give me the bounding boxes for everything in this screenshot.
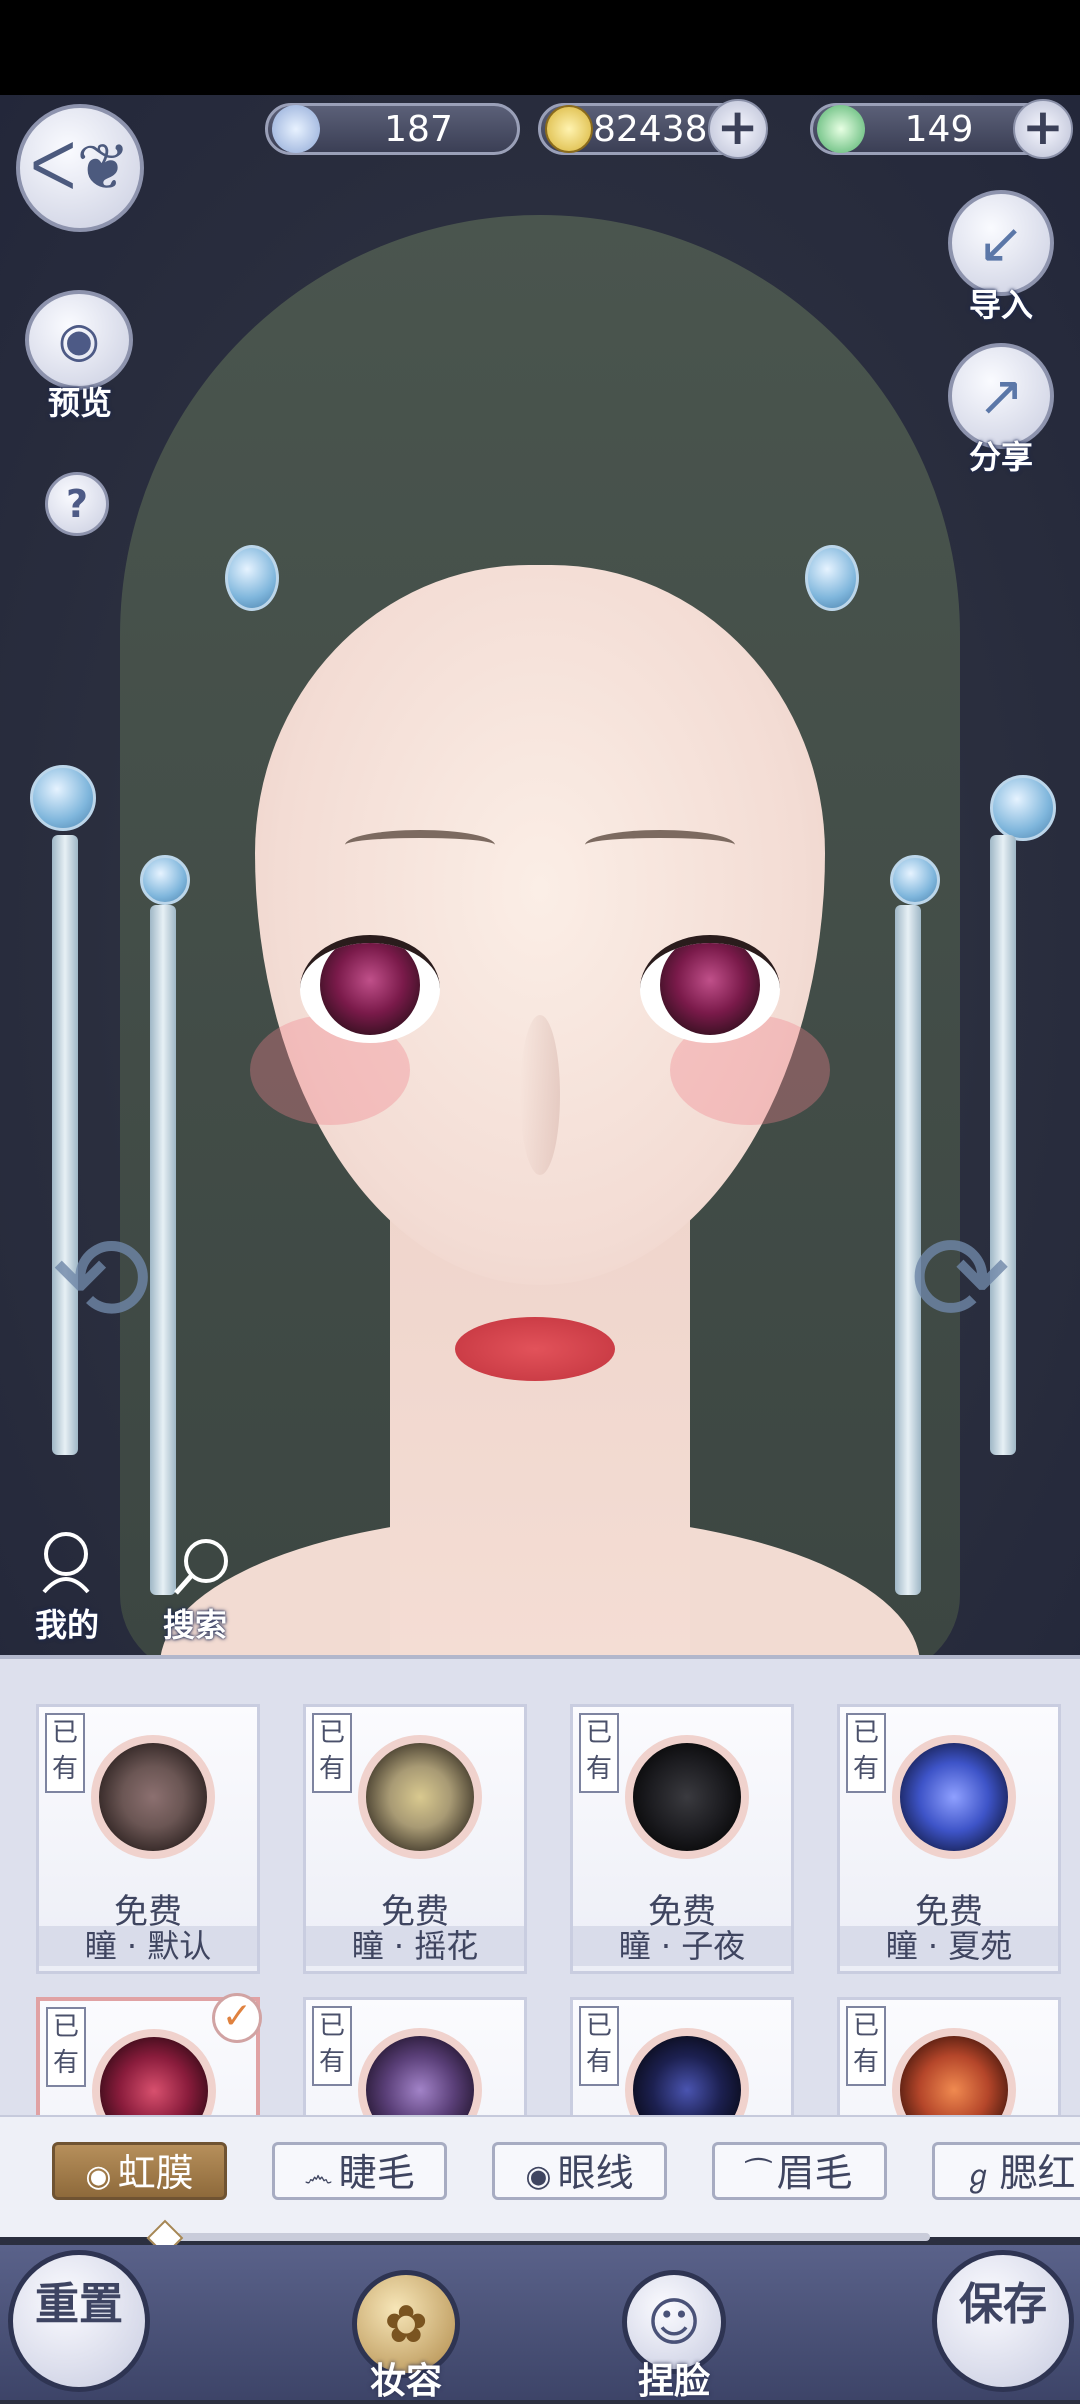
- currency-coin: 82438 +: [538, 99, 768, 159]
- iris-swatch: [91, 1735, 215, 1859]
- owned-tag: 已有: [45, 1713, 85, 1793]
- owned-tag: 已有: [579, 1713, 619, 1793]
- import-label: 导入: [968, 286, 1033, 324]
- makeup-flower-icon: ✿: [384, 2295, 428, 2355]
- tab-eyelash[interactable]: ෴ 睫毛: [272, 2142, 447, 2200]
- help-icon: ?: [65, 482, 89, 526]
- iris-item-card-selected[interactable]: 已有 ✓: [36, 1993, 262, 2119]
- eye-icon: ◉: [58, 312, 100, 368]
- tab-blush[interactable]: ℊ 腮红: [932, 2142, 1080, 2200]
- help-button[interactable]: ?: [45, 472, 109, 536]
- butterfly-back-icon: ᐸ❦: [29, 131, 131, 205]
- face-label: 捏脸: [637, 2361, 710, 2402]
- import-arrow-icon: ↙: [977, 210, 1025, 276]
- profile-icon[interactable]: [36, 1530, 96, 1594]
- iris-swatch: [92, 2029, 216, 2119]
- iris-swatch: [892, 2028, 1016, 2119]
- iris-icon: ◉: [85, 2159, 112, 2194]
- tab-iris[interactable]: ◉ 虹膜: [52, 2142, 227, 2200]
- right-eyebrow: [585, 830, 735, 860]
- eyebrow-icon: ⁀: [746, 2159, 771, 2194]
- currency-spiral: 149 +: [810, 99, 1073, 159]
- hair-tassel: [990, 835, 1016, 1455]
- preview-label: 预览: [47, 384, 112, 422]
- share-arrow-icon: ↗: [977, 363, 1025, 429]
- hair-ornament: [225, 545, 279, 611]
- currency-jade: 187: [265, 103, 520, 155]
- tab-scroll-track[interactable]: [146, 2219, 930, 2257]
- search-label[interactable]: 搜索: [150, 1600, 240, 1646]
- right-eye: [640, 935, 780, 1043]
- item-name: 瞳 · 默认: [39, 1926, 257, 1966]
- owned-tag: 已有: [846, 1713, 886, 1793]
- iris-swatch: [358, 1735, 482, 1859]
- owned-tag: 已有: [312, 1713, 352, 1793]
- owned-tag: 已有: [46, 2007, 86, 2087]
- mine-label[interactable]: 我的: [22, 1600, 112, 1646]
- hair-ornament: [990, 775, 1056, 841]
- selected-check-icon: ✓: [212, 1993, 262, 2043]
- hair-ornament: [890, 855, 940, 905]
- hair-ornament: [805, 545, 859, 611]
- reset-button[interactable]: 重置: [8, 2250, 150, 2392]
- bottom-nav: [0, 2245, 1080, 2400]
- iris-swatch: [625, 1735, 749, 1859]
- iris-item-card[interactable]: 已有 免费 瞳 · 夏苑: [837, 1704, 1061, 1974]
- iris-item-card[interactable]: 已有 免费 瞳 · 摇花: [303, 1704, 527, 1974]
- iris-item-card[interactable]: 已有 免费 瞳 · 默认: [36, 1704, 260, 1974]
- iris-item-card[interactable]: 已有: [570, 1997, 794, 2119]
- back-button[interactable]: ᐸ❦: [16, 104, 144, 232]
- owned-tag: 已有: [579, 2006, 619, 2086]
- green-spiral-icon: [817, 105, 865, 153]
- add-spiral-button[interactable]: +: [1013, 99, 1073, 159]
- rotate-left-icon[interactable]: ⟲: [50, 1220, 151, 1340]
- save-button[interactable]: 保存: [932, 2250, 1074, 2392]
- search-icon[interactable]: [170, 1535, 234, 1599]
- owned-tag: 已有: [846, 2006, 886, 2086]
- character-lips: [455, 1317, 615, 1381]
- left-eyebrow: [345, 830, 495, 860]
- share-label: 分享: [968, 438, 1033, 476]
- eyelash-icon: ෴: [304, 2159, 333, 2194]
- hair-ornament: [140, 855, 190, 905]
- copper-coin-icon: [545, 105, 593, 153]
- iris-swatch: [358, 2028, 482, 2119]
- eye-icon: ◉: [525, 2159, 552, 2194]
- jade-feather-icon: [272, 105, 320, 153]
- item-name: 瞳 · 子夜: [573, 1926, 791, 1966]
- makeup-category-tabs: ◉ 虹膜 ෴ 睫毛 ◉ 眼线 ⁀ 眉毛 ℊ 腮红: [0, 2115, 1080, 2237]
- preview-button[interactable]: ◉: [25, 290, 133, 390]
- owned-tag: 已有: [312, 2006, 352, 2086]
- rotate-right-icon[interactable]: ⟳: [910, 1220, 1011, 1340]
- makeup-label: 妆容: [369, 2361, 442, 2402]
- iris-item-card[interactable]: 已有: [837, 1997, 1061, 2119]
- tab-eyebrow[interactable]: ⁀ 眉毛: [712, 2142, 887, 2200]
- item-name: 瞳 · 摇花: [306, 1926, 524, 1966]
- blush-icon: ℊ: [963, 2159, 994, 2194]
- iris-item-card[interactable]: 已有 免费 瞳 · 子夜: [570, 1704, 794, 1974]
- item-name: 瞳 · 夏苑: [840, 1926, 1058, 1966]
- status-bar: [0, 0, 1080, 95]
- left-eye: [300, 935, 440, 1043]
- face-portrait-icon: ☺: [646, 2293, 702, 2353]
- iris-swatch: [625, 2028, 749, 2119]
- tab-eyeliner[interactable]: ◉ 眼线: [492, 2142, 667, 2200]
- character-nose: [520, 1015, 560, 1175]
- hair-tassel: [150, 905, 176, 1595]
- hair-tassel: [52, 835, 78, 1455]
- iris-item-card[interactable]: 已有: [303, 1997, 527, 2119]
- character-viewport[interactable]: ⟲ ⟳: [0, 95, 1080, 1655]
- hair-ornament: [30, 765, 96, 831]
- iris-item-grid: 已有 免费 瞳 · 默认 已有 免费 瞳 · 摇花 已有 免费 瞳 · 子夜 已…: [0, 1655, 1080, 2119]
- iris-swatch: [892, 1735, 1016, 1859]
- add-coin-button[interactable]: +: [707, 99, 768, 159]
